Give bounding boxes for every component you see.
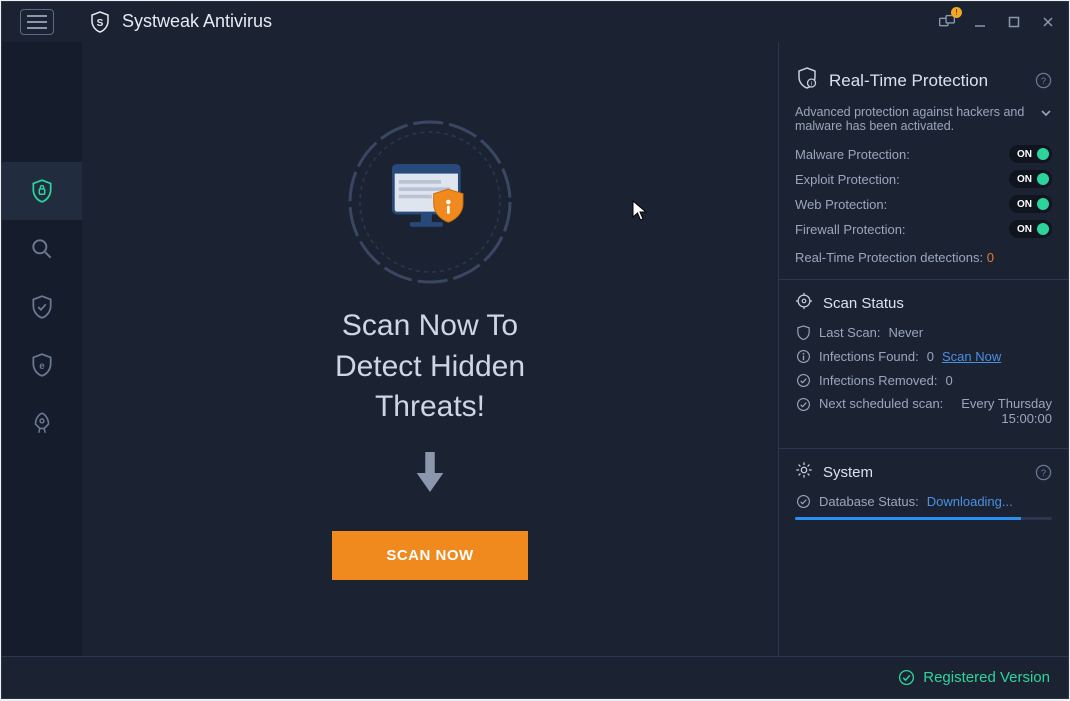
last-scan-value: Never xyxy=(888,325,923,340)
shield-info-icon: i xyxy=(795,66,819,95)
system-title: System xyxy=(823,464,873,481)
sidebar-item-scan-shield[interactable] xyxy=(2,278,82,336)
minimize-button[interactable] xyxy=(968,10,992,34)
firewall-protection-label: Firewall Protection: xyxy=(795,222,906,237)
next-scan-value: Every Thursday 15:00:00 xyxy=(951,396,1052,426)
main-headline: Scan Now To Detect Hidden Threats! xyxy=(335,306,525,428)
sidebar-item-search[interactable] xyxy=(2,220,82,278)
main-panel: Scan Now To Detect Hidden Threats! SCAN … xyxy=(82,42,778,656)
system-help-icon[interactable]: ? xyxy=(1035,464,1052,481)
infections-removed-label: Infections Removed: xyxy=(819,373,938,388)
db-progress-bar xyxy=(795,517,1052,520)
system-section: System ? Database Status: Downloading... xyxy=(779,449,1068,534)
svg-text:?: ? xyxy=(1041,467,1046,478)
promo-icon[interactable]: ! xyxy=(936,11,958,33)
app-logo-icon: S xyxy=(88,10,112,34)
db-status-value: Downloading... xyxy=(927,494,1013,509)
menu-button[interactable] xyxy=(2,2,72,42)
app-brand: S Systweak Antivirus xyxy=(72,10,272,34)
rtp-title: Real-Time Protection xyxy=(829,71,988,91)
sidebar-item-quarantine[interactable]: e xyxy=(2,336,82,394)
db-status-label: Database Status: xyxy=(819,494,919,509)
rtp-description-toggle[interactable]: Advanced protection against hackers and … xyxy=(795,105,1052,133)
shield-check-icon xyxy=(29,294,55,320)
rtp-detections-value: 0 xyxy=(987,250,994,265)
sidebar-item-optimize[interactable] xyxy=(2,394,82,452)
exploit-protection-label: Exploit Protection: xyxy=(795,172,900,187)
malware-protection-row: Malware Protection: ON xyxy=(795,145,1052,163)
exploit-protection-row: Exploit Protection: ON xyxy=(795,170,1052,188)
info-circle-icon xyxy=(795,348,811,364)
sidebar-item-protection[interactable] xyxy=(2,162,82,220)
svg-text:e: e xyxy=(39,361,45,372)
rtp-description-text: Advanced protection against hackers and … xyxy=(795,105,1032,133)
rtp-section: i Real-Time Protection ? Advanced protec… xyxy=(779,42,1068,280)
rtp-help-icon[interactable]: ? xyxy=(1035,72,1052,89)
target-icon xyxy=(795,292,813,314)
infections-removed-value: 0 xyxy=(946,373,953,388)
maximize-button[interactable] xyxy=(1002,10,1026,34)
scan-status-section: Scan Status Last Scan: Never Infection xyxy=(779,280,1068,449)
last-scan-label: Last Scan: xyxy=(819,325,880,340)
scan-status-title: Scan Status xyxy=(823,295,904,312)
footer: Registered Version xyxy=(2,656,1068,698)
firewall-protection-toggle[interactable]: ON xyxy=(1009,220,1052,238)
shield-e-icon: e xyxy=(29,352,55,378)
infections-found-value: 0 xyxy=(927,349,934,364)
firewall-protection-row: Firewall Protection: ON xyxy=(795,220,1052,238)
next-scan-label: Next scheduled scan: xyxy=(819,396,943,411)
app-title: Systweak Antivirus xyxy=(122,11,272,32)
search-icon xyxy=(29,236,55,262)
check-circle-green-icon xyxy=(898,669,915,686)
infections-found-label: Infections Found: xyxy=(819,349,919,364)
registration-status: Registered Version xyxy=(923,669,1050,686)
web-protection-toggle[interactable]: ON xyxy=(1009,195,1052,213)
svg-text:S: S xyxy=(97,18,104,29)
malware-protection-toggle[interactable]: ON xyxy=(1009,145,1052,163)
right-panel: i Real-Time Protection ? Advanced protec… xyxy=(778,42,1068,656)
malware-protection-label: Malware Protection: xyxy=(795,147,910,162)
chevron-down-icon xyxy=(1040,107,1052,122)
web-protection-label: Web Protection: xyxy=(795,197,887,212)
svg-text:?: ? xyxy=(1041,76,1046,87)
scan-now-button[interactable]: SCAN NOW xyxy=(332,531,527,580)
arrow-down-icon xyxy=(411,448,449,501)
scan-now-link[interactable]: Scan Now xyxy=(942,349,1001,364)
hero-graphic xyxy=(340,112,520,292)
exploit-protection-toggle[interactable]: ON xyxy=(1009,170,1052,188)
svg-text:i: i xyxy=(811,82,812,88)
rtp-detections-label: Real-Time Protection detections: xyxy=(795,250,983,265)
close-button[interactable] xyxy=(1036,10,1060,34)
monitor-shield-icon xyxy=(375,147,485,257)
title-bar: S Systweak Antivirus ! xyxy=(2,2,1068,42)
shield-lock-icon xyxy=(29,178,55,204)
check-circle-icon-2 xyxy=(795,396,811,412)
shield-small-icon xyxy=(795,324,811,340)
check-circle-icon xyxy=(795,372,811,388)
sidebar: e xyxy=(2,42,82,656)
check-circle-icon-3 xyxy=(795,493,811,509)
rocket-icon xyxy=(29,410,55,436)
gear-icon xyxy=(795,461,813,483)
web-protection-row: Web Protection: ON xyxy=(795,195,1052,213)
